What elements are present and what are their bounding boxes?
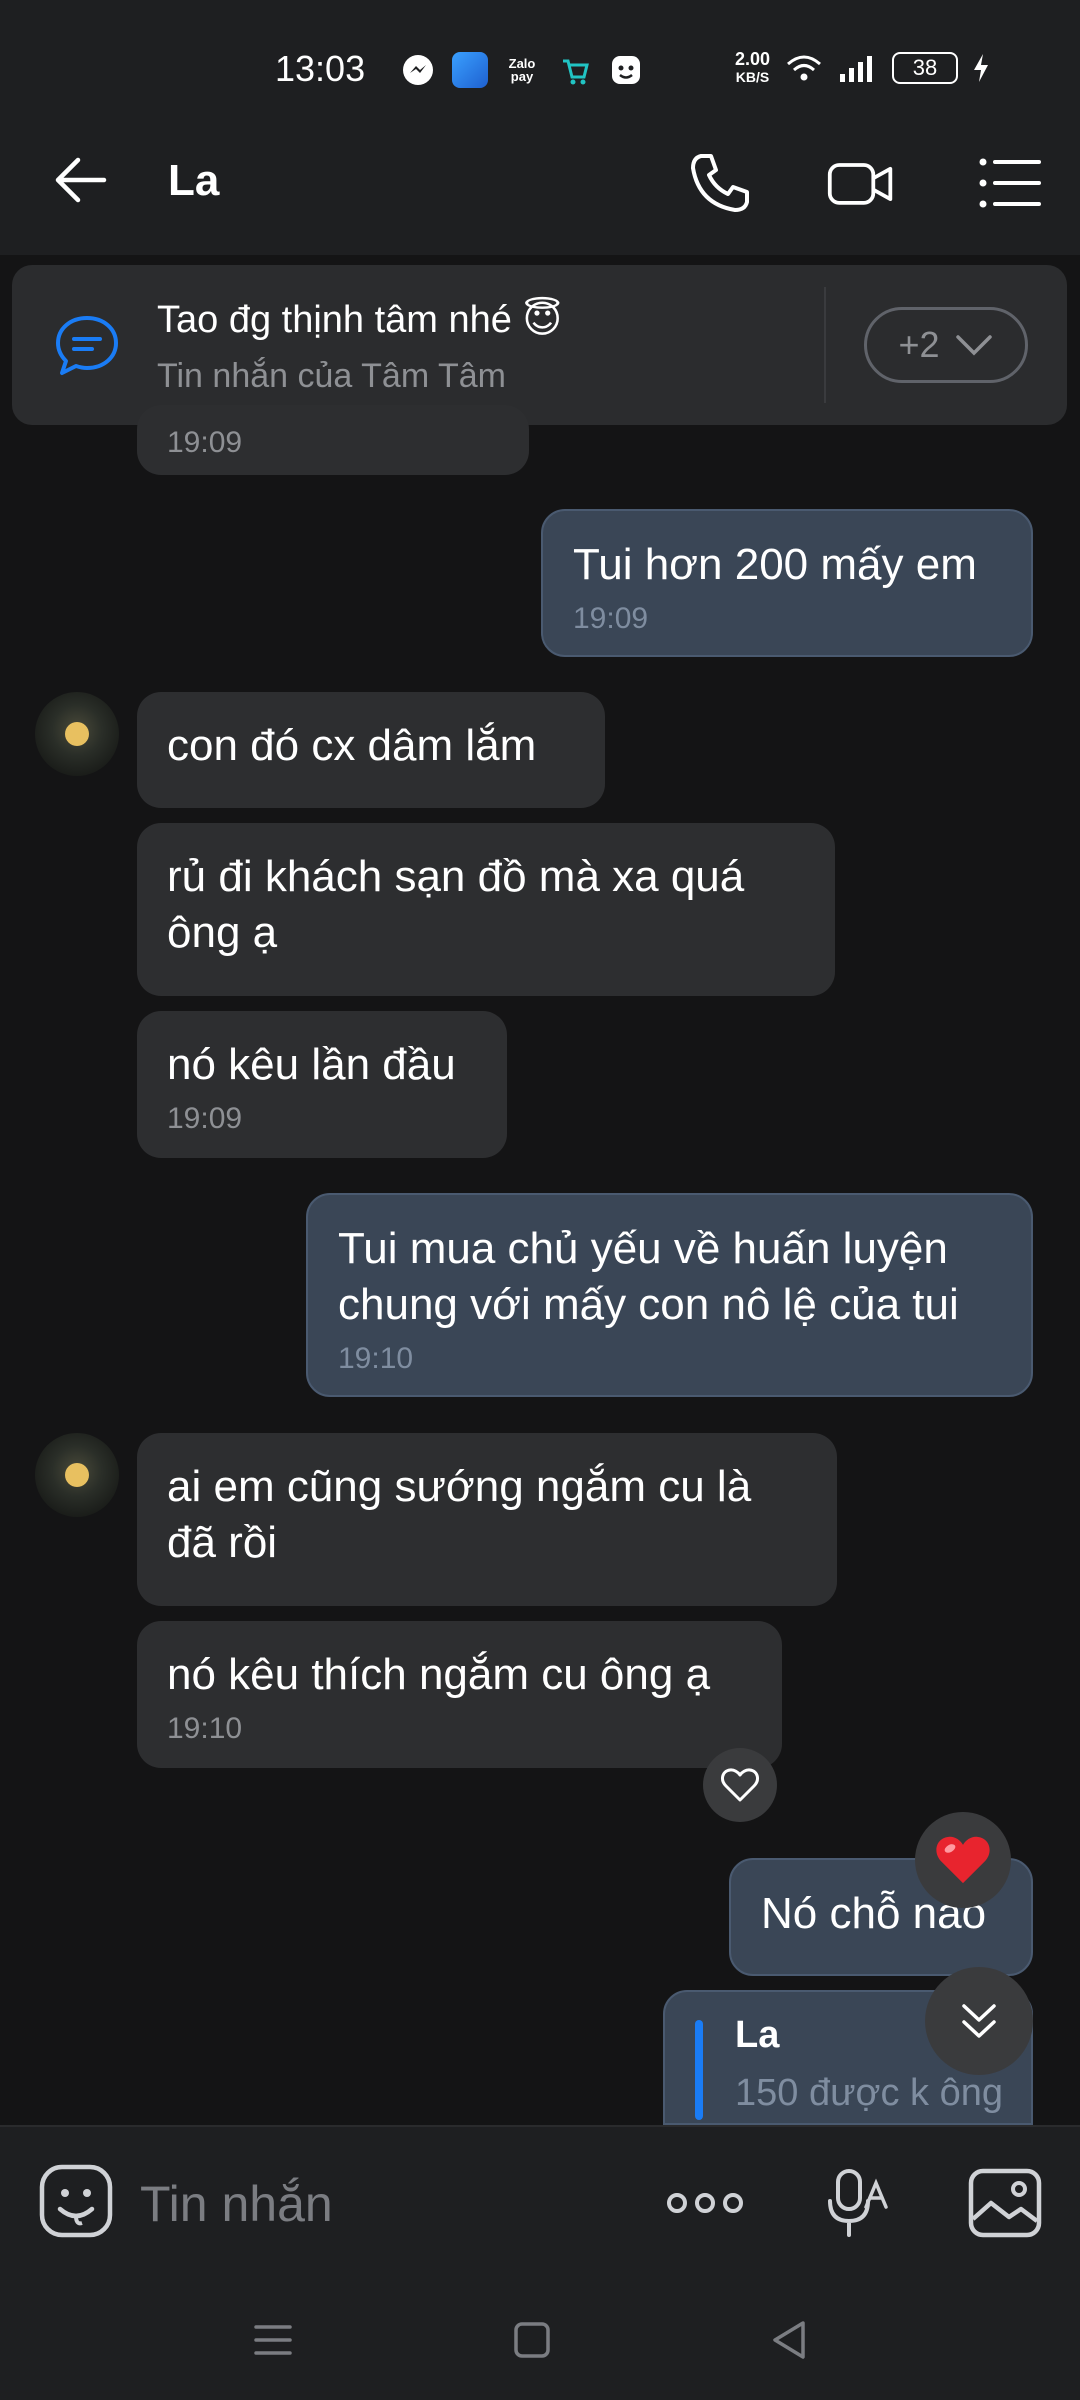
chat-header: La <box>0 110 1080 255</box>
message-in[interactable]: rủ đi khách sạn đồ mà xa quá ông ạ <box>137 823 835 996</box>
message-time: 19:09 <box>167 1102 243 1135</box>
message-text: Tui hơn 200 mấy em <box>573 540 977 589</box>
message-out[interactable]: Tui mua chủ yếu về huấn luyện chung với … <box>306 1193 1033 1397</box>
pinned-more-label: +2 <box>898 324 940 365</box>
divider <box>824 287 826 403</box>
charging-icon <box>974 54 988 82</box>
message-time: 19:10 <box>167 1712 243 1745</box>
home-icon[interactable] <box>507 2315 557 2365</box>
phone-icon[interactable] <box>685 148 755 218</box>
message-text: nó kêu lần đầu <box>167 1040 456 1089</box>
chat-bubble-icon <box>56 316 118 375</box>
message-time: 19:09 <box>167 426 243 459</box>
reaction-love-badge[interactable] <box>915 1812 1011 1908</box>
pinned-more-button[interactable]: +2 <box>864 307 1028 383</box>
message-in[interactable]: nó kêu thích ngắm cu ông ạ 19:10 <box>137 1621 782 1768</box>
pinned-subtitle: Tin nhắn của Tâm Tâm <box>157 357 506 395</box>
scroll-to-bottom-button[interactable] <box>925 1967 1033 2075</box>
image-gallery-icon[interactable] <box>965 2163 1045 2243</box>
message-text: ai em cũng sướng ngắm cu là đã rồi <box>167 1462 752 1567</box>
wifi-icon <box>787 55 821 81</box>
double-chevron-down-icon <box>962 2004 996 2038</box>
message-text: rủ đi khách sạn đồ mà xa quá ông ạ <box>167 852 745 957</box>
message-text: nó kêu thích ngắm cu ông ạ <box>167 1650 711 1699</box>
message-text: Tui mua chủ yếu về huấn luyện chung với … <box>338 1224 959 1329</box>
react-heart-button[interactable] <box>703 1748 777 1822</box>
pinned-message-bar[interactable]: Tao đg thịnh tâm nhé 😇 Tin nhắn của Tâm … <box>12 265 1067 425</box>
message-in[interactable]: 19:09 <box>137 405 529 475</box>
chevron-down-icon <box>955 335 992 356</box>
avatar[interactable] <box>35 692 119 776</box>
quote-author: La <box>735 2014 780 2056</box>
message-out[interactable]: Tui hơn 200 mấy em 19:09 <box>541 509 1033 657</box>
speed-value: 2.00 <box>734 49 770 69</box>
speed-unit: KB/S <box>735 69 770 85</box>
shop-icon <box>556 52 592 88</box>
message-input-bar <box>0 2125 1080 2277</box>
heart-outline-icon <box>721 1768 759 1802</box>
contact-name[interactable]: La <box>168 156 219 206</box>
back-nav-icon[interactable] <box>765 2315 815 2365</box>
heart-icon <box>936 1836 990 1884</box>
status-right: 2.00 KB/S 38 <box>735 50 990 86</box>
voice-to-text-icon[interactable] <box>818 2163 898 2243</box>
signal-icon <box>840 56 872 82</box>
status-bar: 13:03 Zalo pay 2.00 KB/S 38 <box>0 0 1080 110</box>
browser-icon <box>452 52 488 88</box>
message-time: 19:09 <box>573 602 649 635</box>
status-app-icons: Zalo pay <box>400 52 644 88</box>
status-time: 13:03 <box>275 48 366 89</box>
recent-apps-icon[interactable] <box>248 2315 298 2365</box>
message-time: 19:10 <box>338 1342 414 1375</box>
video-call-icon[interactable] <box>826 148 896 218</box>
emoji-sticker-icon[interactable] <box>38 2163 114 2239</box>
quote-accent-bar <box>695 2020 703 2120</box>
quote-text: 150 được k ông <box>735 2072 1003 2114</box>
messenger-icon <box>400 52 436 88</box>
network-speed: 2.00 KB/S <box>735 50 770 86</box>
more-options-icon[interactable] <box>665 2163 745 2243</box>
message-in[interactable]: ai em cũng sướng ngắm cu là đã rồi <box>137 1433 837 1606</box>
avatar[interactable] <box>35 1433 119 1517</box>
pinned-title: Tao đg thịnh tâm nhé 😇 <box>157 299 563 341</box>
message-text: con đó cx dâm lắm <box>167 721 537 770</box>
face-icon <box>608 52 644 88</box>
message-in[interactable]: nó kêu lần đầu 19:09 <box>137 1011 507 1158</box>
battery-icon: 38 <box>892 52 958 84</box>
system-nav-bar <box>0 2275 1080 2400</box>
menu-list-icon[interactable] <box>975 148 1045 218</box>
message-in[interactable]: con đó cx dâm lắm <box>137 692 605 808</box>
message-input[interactable] <box>138 2163 622 2245</box>
zalopay-icon: Zalo pay <box>508 56 536 84</box>
back-arrow-icon[interactable] <box>50 150 110 210</box>
